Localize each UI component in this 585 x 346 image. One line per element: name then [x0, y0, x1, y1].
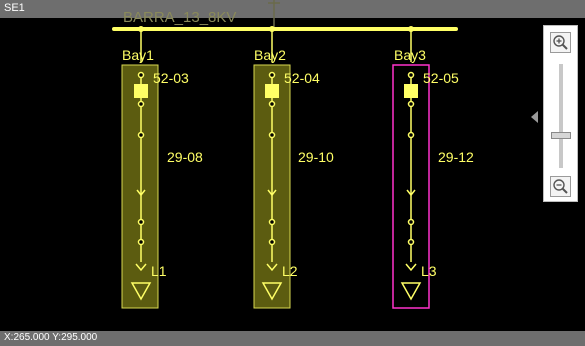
bay-node: [407, 100, 415, 108]
breaker-symbol[interactable]: [134, 84, 148, 98]
bay-2[interactable]: Bay2 52-04 29-10 L2: [253, 26, 334, 309]
bay-node: [137, 218, 145, 226]
bay-node: [268, 131, 276, 139]
zoom-out-icon: [553, 179, 568, 194]
bay-name: Bay1: [122, 47, 154, 63]
switch-label: 29-12: [438, 149, 474, 165]
breaker-symbol[interactable]: [265, 84, 279, 98]
switch-label: 29-08: [167, 149, 203, 165]
bay-node: [268, 71, 276, 79]
status-bar: X:265.000 Y:295.000: [0, 331, 585, 346]
bay-node: [407, 238, 415, 246]
breaker-label: 52-03: [153, 70, 189, 86]
feeder-label: L3: [421, 263, 437, 279]
breaker-label: 52-05: [423, 70, 459, 86]
switch-label: 29-10: [298, 149, 334, 165]
bay-node: [268, 218, 276, 226]
bay-node: [407, 218, 415, 226]
zoom-out-button[interactable]: [550, 176, 571, 197]
zoom-slider-thumb[interactable]: [551, 132, 571, 139]
cursor-coordinates: X:265.000 Y:295.000: [4, 332, 98, 343]
bay-node: [407, 71, 415, 79]
bay-name: Bay3: [394, 47, 426, 63]
bay-node: [407, 131, 415, 139]
busbar-label: BARRA_13_8KV: [123, 9, 236, 26]
bay-node: [137, 100, 145, 108]
bay-node: [137, 131, 145, 139]
breaker-label: 52-04: [284, 70, 320, 86]
feeder-label: L1: [151, 263, 167, 279]
feeder-label: L2: [282, 263, 298, 279]
zoom-in-icon: [553, 35, 568, 50]
bay-name: Bay2: [254, 47, 286, 63]
bay-node: [268, 238, 276, 246]
zoom-control-panel: [543, 25, 578, 202]
zoom-slider-track[interactable]: [559, 64, 563, 168]
busbar[interactable]: BARRA_13_8KV: [112, 0, 458, 31]
bay-3[interactable]: Bay3 52-05 29-12 L3: [392, 26, 474, 309]
bay-node: [137, 71, 145, 79]
single-line-diagram[interactable]: BARRA_13_8KV Bay1 52-03 29-08 L1 Bay2 52…: [0, 0, 585, 331]
bay-node: [268, 100, 276, 108]
app-window: SE1 BARRA_13_8KV Bay1 52-03 29-08 L1 Bay…: [0, 0, 585, 346]
breaker-symbol[interactable]: [404, 84, 418, 98]
zoom-in-button[interactable]: [550, 32, 571, 53]
chevron-left-icon[interactable]: [530, 110, 540, 124]
bay-node: [137, 238, 145, 246]
bay-1[interactable]: Bay1 52-03 29-08 L1: [121, 26, 203, 309]
